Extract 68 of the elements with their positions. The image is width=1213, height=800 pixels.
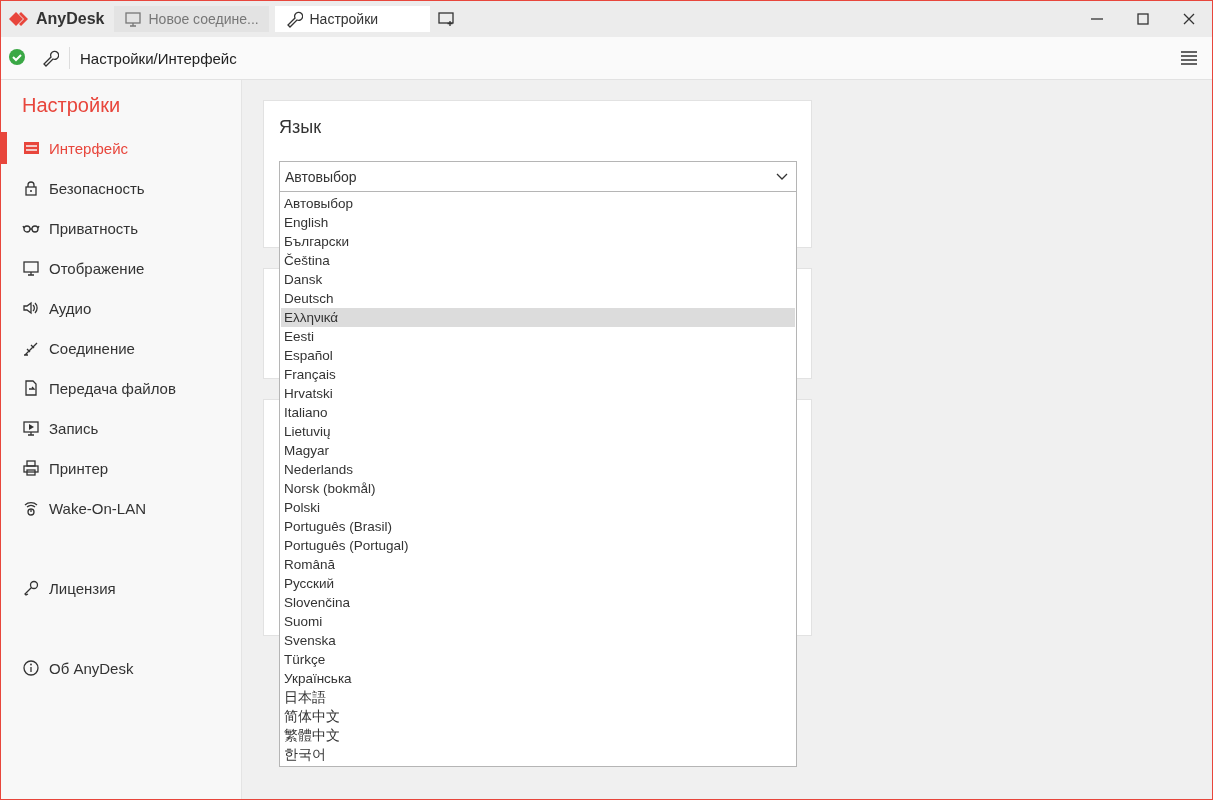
- wifi-power-icon: [22, 499, 40, 517]
- sidebar-item[interactable]: Соединение: [1, 328, 241, 368]
- language-option[interactable]: 繁體中文: [281, 726, 795, 745]
- sidebar-item[interactable]: Об AnyDesk: [1, 648, 241, 688]
- sidebar-item[interactable]: Принтер: [1, 448, 241, 488]
- app-name: AnyDesk: [36, 10, 105, 28]
- language-option[interactable]: Italiano: [281, 403, 795, 422]
- language-option[interactable]: Čeština: [281, 251, 795, 270]
- logo-icon: [9, 11, 31, 27]
- language-option[interactable]: Română: [281, 555, 795, 574]
- key-icon: [22, 579, 40, 597]
- sidebar-item[interactable]: Wake-On-LAN: [1, 488, 241, 528]
- language-option[interactable]: Русский: [281, 574, 795, 593]
- language-option[interactable]: Български: [281, 232, 795, 251]
- monitor-icon: [124, 10, 143, 28]
- language-option[interactable]: 日本語: [281, 688, 795, 707]
- sidebar-item[interactable]: Передача файлов: [1, 368, 241, 408]
- breadcrumb-path: Настройки/Интерфейс: [80, 49, 237, 67]
- interface-icon: [22, 139, 40, 157]
- language-option[interactable]: English: [281, 213, 795, 232]
- wrench-icon: [285, 10, 304, 28]
- language-option[interactable]: Norsk (bokmål): [281, 479, 795, 498]
- chevron-icon: [776, 172, 788, 181]
- language-option[interactable]: Eesti: [281, 327, 795, 346]
- menu-icon[interactable]: [1180, 50, 1198, 66]
- language-option[interactable]: 한국어: [281, 745, 795, 764]
- language-option[interactable]: Slovenčina: [281, 593, 795, 612]
- language-option[interactable]: Español: [281, 346, 795, 365]
- language-option[interactable]: Українська: [281, 669, 795, 688]
- maximize-icon[interactable]: [1137, 13, 1149, 25]
- sidebar-item[interactable]: Интерфейс: [1, 128, 241, 168]
- tab[interactable]: Новое соедине...: [114, 6, 270, 32]
- language-option[interactable]: Türkçe: [281, 650, 795, 669]
- info-icon: [22, 659, 40, 677]
- monitor-icon: [22, 259, 40, 277]
- close-icon[interactable]: [1183, 13, 1195, 25]
- play-screen-icon: [22, 419, 40, 437]
- sidebar-item[interactable]: Отображение: [1, 248, 241, 288]
- lock-icon: [22, 179, 40, 197]
- printer-icon: [22, 459, 40, 477]
- language-option[interactable]: Français: [281, 365, 795, 384]
- language-option[interactable]: Ελληνικά: [281, 308, 795, 327]
- sidebar-item[interactable]: Аудио: [1, 288, 241, 328]
- language-option[interactable]: Deutsch: [281, 289, 795, 308]
- language-option[interactable]: Suomi: [281, 612, 795, 631]
- language-option[interactable]: Magyar: [281, 441, 795, 460]
- language-option[interactable]: Dansk: [281, 270, 795, 289]
- language-option[interactable]: Português (Brasil): [281, 517, 795, 536]
- sidebar-item[interactable]: Запись: [1, 408, 241, 448]
- language-option[interactable]: Автовыбор: [281, 194, 795, 213]
- new-tab-icon[interactable]: [438, 11, 457, 27]
- language-dropdown[interactable]: Автовыбор: [279, 161, 797, 192]
- language-option[interactable]: 简体中文: [281, 707, 795, 726]
- file-icon: [22, 379, 40, 397]
- language-option[interactable]: Svenska: [281, 631, 795, 650]
- language-option[interactable]: Hrvatski: [281, 384, 795, 403]
- sidebar-item[interactable]: Лицензия: [1, 568, 241, 608]
- section-title: Язык: [279, 117, 322, 137]
- sidebar-item[interactable]: Приватность: [1, 208, 241, 248]
- language-option[interactable]: Lietuvių: [281, 422, 795, 441]
- language-option[interactable]: Polski: [281, 498, 795, 517]
- tab[interactable]: Настройки: [275, 6, 431, 32]
- sidebar-title: Настройки: [22, 94, 121, 116]
- speaker-icon: [22, 299, 40, 317]
- language-option[interactable]: Português (Portugal): [281, 536, 795, 555]
- sidebar-item[interactable]: Безопасность: [1, 168, 241, 208]
- wrench-icon[interactable]: [41, 49, 59, 67]
- language-option[interactable]: Nederlands: [281, 460, 795, 479]
